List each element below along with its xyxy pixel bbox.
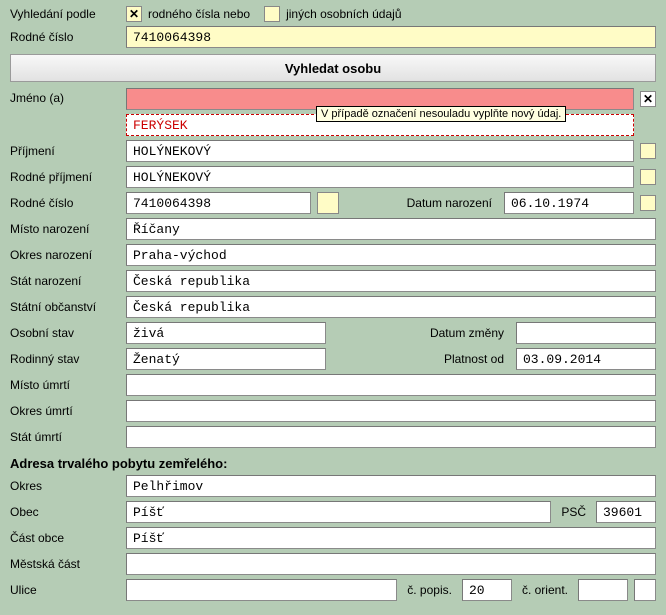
okres-umrti-row: Okres úmrtí (10, 400, 656, 422)
okres-input[interactable]: Pelhřimov (126, 475, 656, 497)
stat-narozeni-row: Stát narození Česká republika (10, 270, 656, 292)
search-by-other-text: jiných osobních údajů (286, 7, 401, 21)
psc-label: PSČ (557, 505, 590, 519)
obec-row: Obec Píšť PSČ 39601 (10, 501, 656, 523)
okres-umrti-label: Okres úmrtí (10, 404, 120, 418)
misto-umrti-label: Místo úmrtí (10, 378, 120, 392)
misto-narozeni-label: Místo narození (10, 222, 120, 236)
search-mode-row: Vyhledání podle rodného čísla nebo jinýc… (10, 6, 656, 22)
jmeno-row: Jméno (a) FERÝSEK V případě označení nes… (10, 88, 656, 136)
prijmeni-mismatch-checkbox[interactable] (640, 143, 656, 159)
rodne-prijmeni-label: Rodné příjmení (10, 170, 120, 184)
misto-narozeni-input[interactable]: Říčany (126, 218, 656, 240)
stat-umrti-row: Stát úmrtí (10, 426, 656, 448)
adresa-section-header: Adresa trvalého pobytu zemřelého: (10, 456, 656, 471)
okres-row: Okres Pelhřimov (10, 475, 656, 497)
okres-label: Okres (10, 479, 120, 493)
mestska-cast-row: Městská část (10, 553, 656, 575)
misto-umrti-input[interactable] (126, 374, 656, 396)
cast-obce-row: Část obce Píšť (10, 527, 656, 549)
cast-obce-input[interactable]: Píšť (126, 527, 656, 549)
corient-label: č. orient. (518, 583, 572, 597)
psc-input[interactable]: 39601 (596, 501, 656, 523)
rodne-prijmeni-mismatch-checkbox[interactable] (640, 169, 656, 185)
okres-narozeni-label: Okres narození (10, 248, 120, 262)
rc-dob-row: Rodné číslo 7410064398 Datum narození 06… (10, 192, 656, 214)
cast-obce-label: Část obce (10, 531, 120, 545)
rc-input[interactable]: 7410064398 (126, 192, 311, 214)
search-by-rc-text: rodného čísla nebo (148, 7, 250, 21)
jmeno-label: Jméno (a) (10, 88, 120, 105)
obec-input[interactable]: Píšť (126, 501, 551, 523)
stat-narozeni-input[interactable]: Česká republika (126, 270, 656, 292)
rc-search-label: Rodné číslo (10, 30, 120, 44)
cpopis-label: č. popis. (403, 583, 456, 597)
obcanstvi-label: Státní občanství (10, 300, 120, 314)
ulice-input[interactable] (126, 579, 397, 601)
misto-umrti-row: Místo úmrtí (10, 374, 656, 396)
prijmeni-row: Příjmení HOLÝNEKOVÝ (10, 140, 656, 162)
cpopis-input[interactable]: 20 (462, 579, 512, 601)
rc-label: Rodné číslo (10, 196, 120, 210)
osobni-stav-label: Osobní stav (10, 326, 120, 340)
search-mode-label: Vyhledání podle (10, 7, 120, 21)
rodne-prijmeni-row: Rodné příjmení HOLÝNEKOVÝ (10, 166, 656, 188)
search-button[interactable]: Vyhledat osobu (10, 54, 656, 82)
okres-narozeni-input[interactable]: Praha-východ (126, 244, 656, 266)
stat-umrti-input[interactable] (126, 426, 656, 448)
corient-suffix-input[interactable] (634, 579, 656, 601)
datum-zmeny-input[interactable] (516, 322, 656, 344)
okres-narozeni-row: Okres narození Praha-východ (10, 244, 656, 266)
mestska-cast-input[interactable] (126, 553, 656, 575)
ulice-label: Ulice (10, 583, 120, 597)
rodne-prijmeni-input[interactable]: HOLÝNEKOVÝ (126, 166, 634, 188)
rc-search-input[interactable]: 7410064398 (126, 26, 656, 48)
corient-input[interactable] (578, 579, 628, 601)
rodinny-stav-row: Rodinný stav Ženatý Platnost od 03.09.20… (10, 348, 656, 370)
stat-narozeni-label: Stát narození (10, 274, 120, 288)
dob-label: Datum narození (345, 196, 498, 210)
rc-search-row: Rodné číslo 7410064398 (10, 26, 656, 48)
prijmeni-input[interactable]: HOLÝNEKOVÝ (126, 140, 634, 162)
osobni-stav-input[interactable]: živá (126, 322, 326, 344)
obec-label: Obec (10, 505, 120, 519)
rc-mismatch-checkbox[interactable] (317, 192, 339, 214)
obcanstvi-input[interactable]: Česká republika (126, 296, 656, 318)
misto-narozeni-row: Místo narození Říčany (10, 218, 656, 240)
rodinny-stav-input[interactable]: Ženatý (126, 348, 326, 370)
datum-zmeny-label: Datum změny (332, 326, 510, 340)
okres-umrti-input[interactable] (126, 400, 656, 422)
platnost-label: Platnost od (332, 352, 510, 366)
search-by-other-checkbox[interactable] (264, 6, 280, 22)
ulice-row: Ulice č. popis. 20 č. orient. (10, 579, 656, 601)
obcanstvi-row: Státní občanství Česká republika (10, 296, 656, 318)
dob-input[interactable]: 06.10.1974 (504, 192, 634, 214)
jmeno-mismatch-checkbox[interactable] (640, 91, 656, 107)
jmeno-tooltip: V případě označení nesouladu vyplňte nov… (316, 106, 566, 122)
rodinny-stav-label: Rodinný stav (10, 352, 120, 366)
platnost-input[interactable]: 03.09.2014 (516, 348, 656, 370)
search-by-rc-checkbox[interactable] (126, 6, 142, 22)
osobni-stav-row: Osobní stav živá Datum změny (10, 322, 656, 344)
prijmeni-label: Příjmení (10, 144, 120, 158)
mestska-cast-label: Městská část (10, 557, 120, 571)
stat-umrti-label: Stát úmrtí (10, 430, 120, 444)
dob-mismatch-checkbox[interactable] (640, 195, 656, 211)
